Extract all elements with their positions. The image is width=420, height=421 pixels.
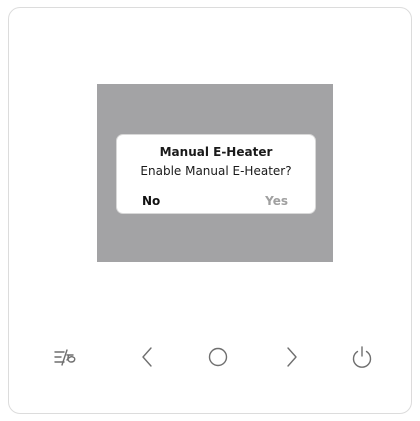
power-button[interactable] [348, 343, 376, 371]
no-button[interactable]: No [142, 194, 160, 208]
left-button[interactable] [134, 343, 162, 371]
confirm-dialog: Manual E-Heater Enable Manual E-Heater? … [116, 134, 316, 214]
dialog-message: Enable Manual E-Heater? [140, 164, 292, 178]
yes-button[interactable]: Yes [265, 194, 288, 208]
chevron-right-icon [287, 347, 297, 367]
circle-ok-icon [208, 347, 228, 367]
lock-mode-button[interactable] [52, 343, 80, 371]
ok-button[interactable] [204, 343, 232, 371]
lock-mode-icon [54, 349, 76, 366]
chevron-left-icon [142, 347, 152, 367]
dialog-title: Manual E-Heater [159, 145, 273, 159]
thermostat-panel: Manual E-Heater Enable Manual E-Heater? … [8, 7, 412, 414]
right-button[interactable] [277, 343, 305, 371]
power-icon [352, 346, 372, 368]
lcd-screen: Manual E-Heater Enable Manual E-Heater? … [97, 84, 333, 262]
